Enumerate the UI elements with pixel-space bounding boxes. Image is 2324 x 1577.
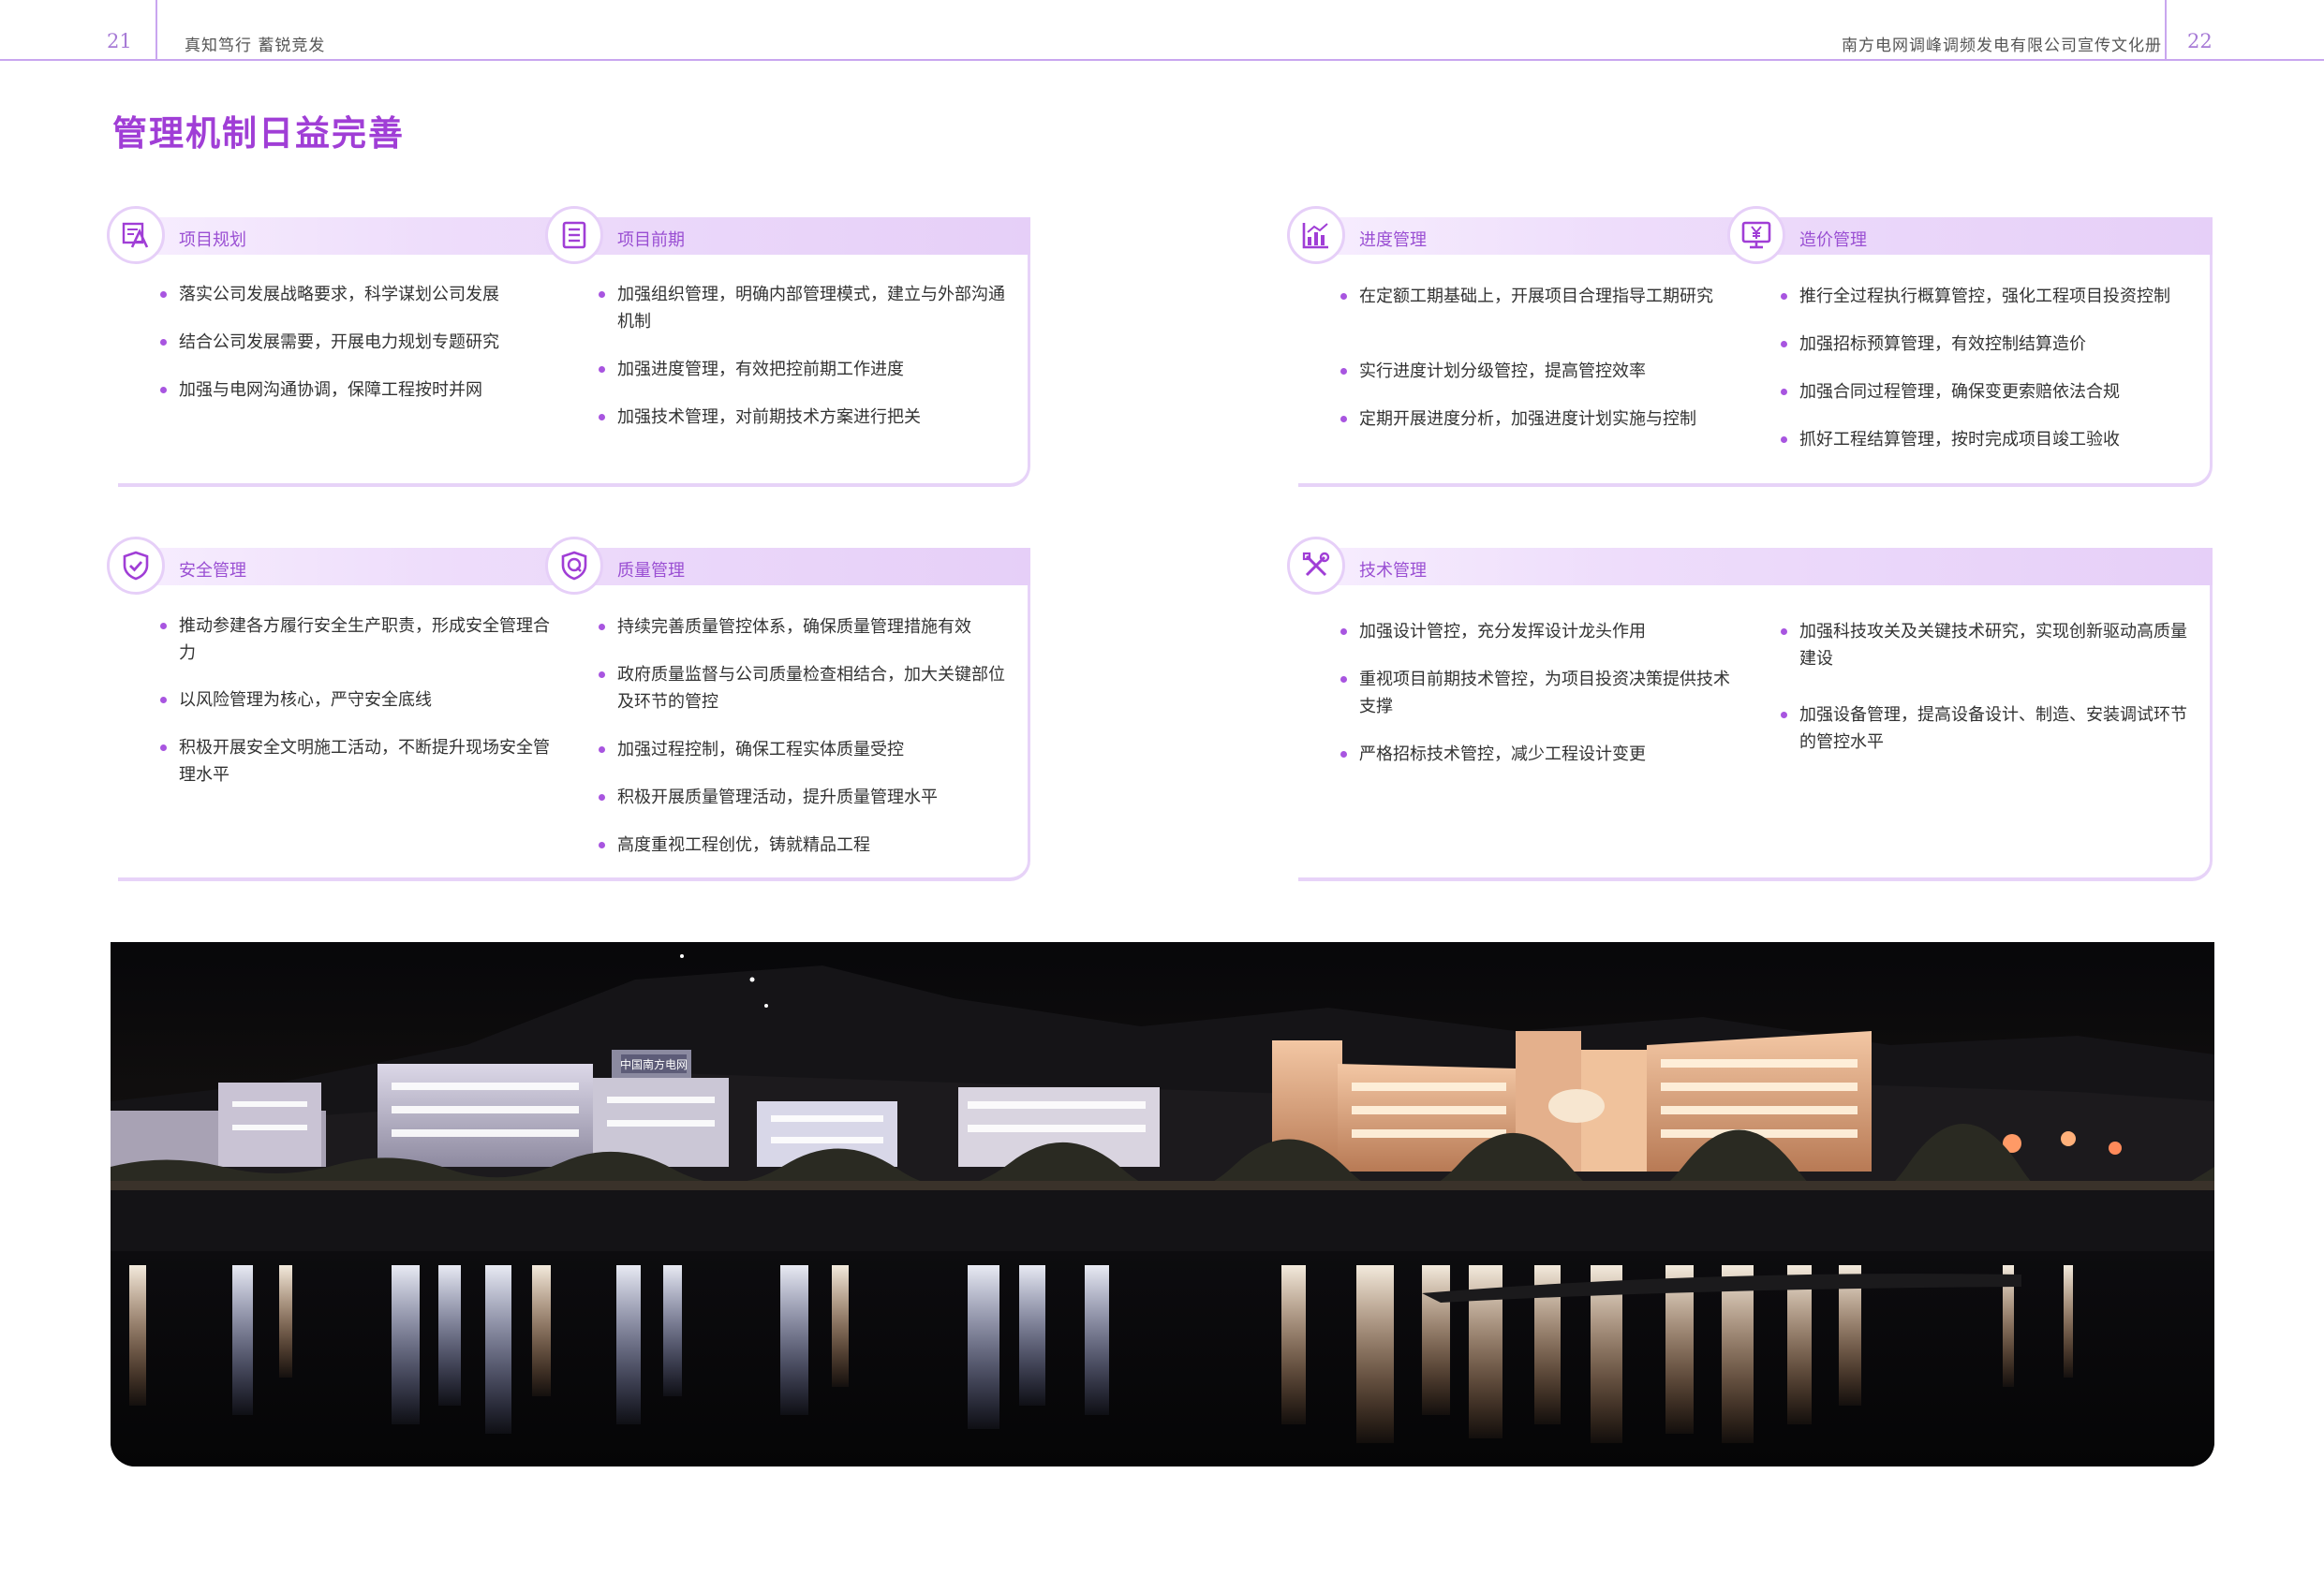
- list-item: 加强招标预算管理，有效控制结算造价: [1781, 331, 2202, 358]
- list-item: 高度重视工程创优，铸就精品工程: [599, 832, 1020, 859]
- list-item: 以风险管理为核心，严守安全底线: [160, 686, 554, 714]
- list-item: 加强进度管理，有效把控前期工作进度: [599, 356, 1020, 383]
- list-item: 在定额工期基础上，开展项目合理指导工期研究: [1340, 283, 1734, 310]
- list-item: 政府质量监督与公司质量检查相结合，加大关键部位及环节的管控: [599, 661, 1020, 715]
- list-item: 加强合同过程管理，确保变更索赔依法合规: [1781, 378, 2202, 405]
- bar-chart-icon: [1287, 206, 1345, 264]
- list-item: 加强过程控制，确保工程实体质量受控: [599, 736, 1020, 763]
- document-list-icon: [545, 206, 603, 264]
- list-item: 积极开展安全文明施工活动，不断提升现场安全管理水平: [160, 734, 554, 788]
- page-number-left: 21: [107, 30, 132, 52]
- header-company: 南方电网调峰调频发电有限公司宣传文化册: [1842, 37, 2162, 55]
- list-item: 持续完善质量管控体系，确保质量管理措施有效: [599, 613, 1020, 641]
- list-item: 重视项目前期技术管控，为项目投资决策提供技术支撑: [1340, 666, 1734, 720]
- tools-icon: [1287, 537, 1345, 595]
- shield-check-icon: [107, 537, 165, 595]
- card-technical: 技术管理 加强设计管控，充分发挥设计龙头作用 重视项目前期技术管控，为项目投资决…: [1287, 537, 2213, 881]
- header-rule: [0, 59, 2324, 61]
- night-campus-photo: 中国南方电网: [111, 942, 2214, 1466]
- page-number-right: 22: [2187, 30, 2213, 52]
- header-divider-right: [2165, 0, 2167, 60]
- list-item: 加强技术管理，对前期技术方案进行把关: [599, 404, 1020, 431]
- list-item: 推行全过程执行概算管控，强化工程项目投资控制: [1781, 283, 2202, 310]
- card-schedule-cost: 进度管理 在定额工期基础上，开展项目合理指导工期研究 实行进度计划分级管控，提高…: [1287, 206, 2213, 487]
- list-item: 推动参建各方履行安全生产职责，形成安全管理合力: [160, 612, 554, 667]
- monitor-yen-icon: [1727, 206, 1785, 264]
- list-item: 抓好工程结算管理，按时完成项目竣工验收: [1781, 426, 2202, 453]
- section-title: 技术管理: [1359, 561, 1427, 581]
- section-title: 项目前期: [617, 230, 685, 250]
- card-header-bar: [1298, 548, 2213, 585]
- quality-badge-icon: [545, 537, 603, 595]
- list-item: 加强组织管理，明确内部管理模式，建立与外部沟通机制: [599, 281, 1020, 335]
- section-title: 项目规划: [179, 230, 246, 250]
- card-planning-preliminary: 项目规划 落实公司发展战略要求，科学谋划公司发展 结合公司发展需要，开展电力规划…: [107, 206, 1030, 487]
- list-item: 结合公司发展需要，开展电力规划专题研究: [160, 329, 554, 356]
- list-item: 加强设备管理，提高设备设计、制造、安装调试环节的管控水平: [1781, 701, 2202, 756]
- list-item: 加强设计管控，充分发挥设计龙头作用: [1340, 618, 1734, 645]
- section-title: 进度管理: [1359, 230, 1427, 250]
- list-item: 加强与电网沟通协调，保障工程按时并网: [160, 376, 554, 404]
- card-safety-quality: 安全管理 推动参建各方履行安全生产职责，形成安全管理合力 以风险管理为核心，严守…: [107, 537, 1030, 881]
- page-title: 管理机制日益完善: [112, 113, 405, 154]
- header-slogan: 真知笃行 蓄锐竞发: [185, 37, 326, 55]
- list-item: 落实公司发展战略要求，科学谋划公司发展: [160, 281, 554, 308]
- section-title: 造价管理: [1799, 230, 1867, 250]
- list-item: 定期开展进度分析，加强进度计划实施与控制: [1340, 405, 1734, 433]
- section-title: 质量管理: [617, 561, 685, 581]
- building-sign: 中国南方电网: [620, 1057, 688, 1071]
- list-item: 积极开展质量管理活动，提升质量管理水平: [599, 784, 1020, 811]
- list-item: 实行进度计划分级管控，提高管控效率: [1340, 358, 1734, 385]
- list-item: 加强科技攻关及关键技术研究，实现创新驱动高质量建设: [1781, 618, 2202, 672]
- pencil-ruler-icon: [107, 206, 165, 264]
- list-item: 严格招标技术管控，减少工程设计变更: [1340, 741, 1734, 768]
- section-title: 安全管理: [179, 561, 246, 581]
- header-divider-left: [155, 0, 157, 60]
